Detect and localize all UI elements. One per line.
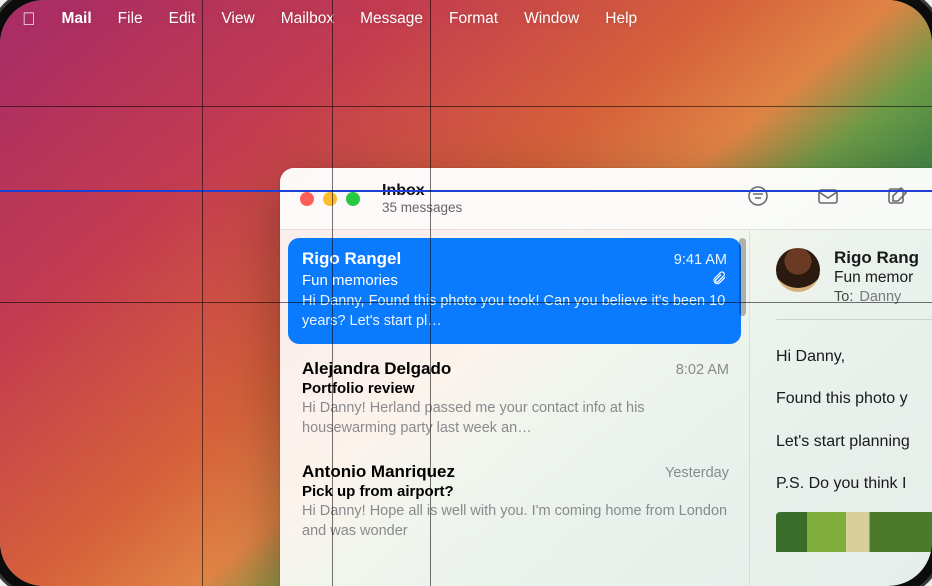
- guide-vline: [430, 0, 431, 586]
- message-row[interactable]: Antonio Manriquez Yesterday Pick up from…: [280, 451, 749, 554]
- close-window-button[interactable]: [300, 192, 314, 206]
- message-time: Yesterday: [665, 465, 729, 481]
- menu-window[interactable]: Window: [524, 10, 579, 28]
- apple-menu-icon[interactable]: : [22, 10, 36, 28]
- message-subject: Fun memories: [302, 272, 398, 289]
- window-titlebar: Inbox 35 messages: [280, 168, 932, 230]
- menu-file[interactable]: File: [118, 10, 143, 28]
- guide-vline: [202, 0, 203, 586]
- menu-help[interactable]: Help: [605, 10, 637, 28]
- message-row[interactable]: Rigo Rangel 9:41 AM Fun memories Hi Dann…: [288, 238, 741, 344]
- guide-hline: [0, 302, 932, 303]
- minimize-window-button[interactable]: [323, 192, 337, 206]
- compose-icon[interactable]: [886, 184, 910, 213]
- message-sender: Antonio Manriquez: [302, 462, 455, 482]
- message-reader: Rigo Rang Fun memor To:Danny Hi Danny, F…: [750, 230, 932, 586]
- scrollbar-thumb[interactable]: [739, 238, 746, 316]
- reader-from: Rigo Rang: [834, 248, 919, 268]
- message-sender: Alejandra Delgado: [302, 359, 451, 379]
- attachment-image[interactable]: [776, 512, 932, 552]
- reader-subject: Fun memor: [834, 269, 919, 287]
- message-time: 8:02 AM: [676, 362, 729, 378]
- menu-mailbox[interactable]: Mailbox: [281, 10, 334, 28]
- message-subject: Portfolio review: [302, 380, 415, 397]
- menu-message[interactable]: Message: [360, 10, 423, 28]
- guide-hline: [0, 106, 932, 107]
- reader-body: Hi Danny, Found this photo y Let's start…: [776, 320, 932, 552]
- message-preview: Hi Danny! Herland passed me your contact…: [302, 399, 729, 438]
- envelope-icon[interactable]: [816, 184, 840, 213]
- attachment-icon: [711, 270, 727, 290]
- guide-hline: [0, 190, 932, 192]
- message-preview: Hi Danny, Found this photo you took! Can…: [302, 292, 727, 331]
- message-sender: Rigo Rangel: [302, 249, 401, 269]
- message-list: Rigo Rangel 9:41 AM Fun memories Hi Dann…: [280, 230, 750, 586]
- menu-view[interactable]: View: [221, 10, 254, 28]
- menu-format[interactable]: Format: [449, 10, 498, 28]
- zoom-window-button[interactable]: [346, 192, 360, 206]
- traffic-lights: [300, 192, 360, 206]
- avatar: [776, 248, 820, 292]
- message-preview: Hi Danny! Hope all is well with you. I'm…: [302, 502, 729, 541]
- mailbox-count: 35 messages: [382, 200, 462, 216]
- filter-icon[interactable]: [746, 184, 770, 213]
- menubar:  Mail File Edit View Mailbox Message Fo…: [0, 0, 932, 38]
- message-time: 9:41 AM: [674, 252, 727, 268]
- app-menu[interactable]: Mail: [62, 10, 92, 28]
- menu-edit[interactable]: Edit: [169, 10, 196, 28]
- guide-vline: [332, 0, 333, 586]
- mail-window: Inbox 35 messages Rigo Rangel 9:41 AM: [280, 168, 932, 586]
- message-row[interactable]: Alejandra Delgado 8:02 AM Portfolio revi…: [280, 348, 749, 451]
